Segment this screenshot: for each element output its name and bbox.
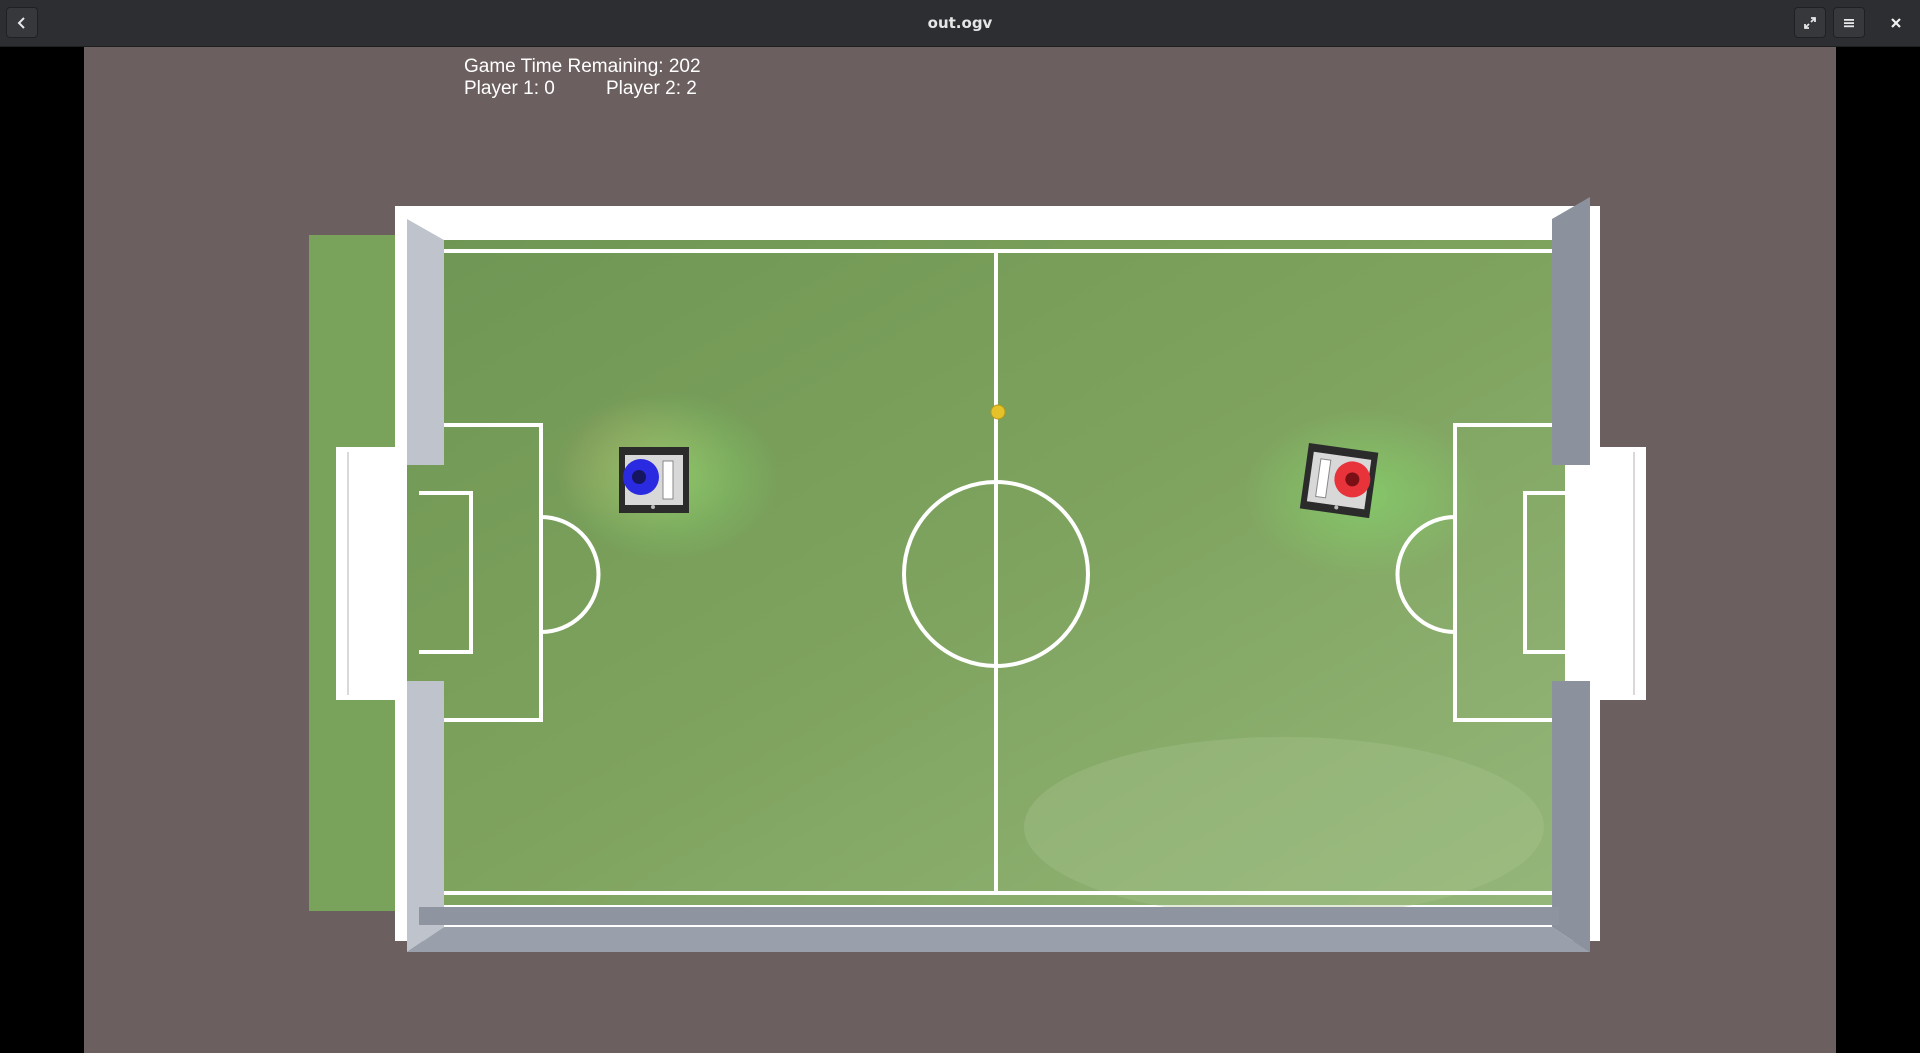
close-button[interactable]	[1880, 7, 1912, 38]
player1-robot	[619, 447, 689, 513]
fullscreen-icon	[1804, 16, 1816, 29]
soccer-field	[309, 197, 1646, 952]
close-icon	[1891, 17, 1901, 28]
player2-robot	[1299, 443, 1379, 519]
menu-button[interactable]	[1833, 7, 1865, 38]
ball	[990, 404, 1006, 420]
window-title: out.ogv	[927, 14, 993, 32]
header-bar: out.ogv	[0, 0, 1920, 47]
bottom-wall	[407, 927, 1590, 952]
video-frame[interactable]: Game Time Remaining: 202 Player 1: 0 Pla…	[84, 47, 1836, 1053]
back-arrow-icon	[17, 16, 25, 29]
back-button[interactable]	[6, 7, 38, 38]
left-wall	[407, 219, 444, 465]
hamburger-menu-icon	[1844, 18, 1854, 27]
right-wall	[1552, 197, 1590, 465]
left-goal	[336, 447, 401, 700]
fullscreen-button[interactable]	[1794, 7, 1826, 38]
